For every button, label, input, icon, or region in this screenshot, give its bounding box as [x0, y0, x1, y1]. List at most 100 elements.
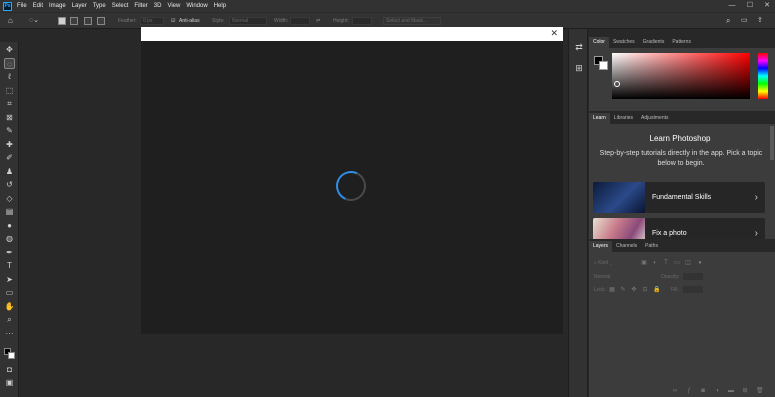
menu-3d[interactable]: 3D — [154, 3, 162, 9]
link-layers-icon[interactable]: ∞ — [672, 388, 678, 394]
home-icon[interactable]: ⌂ — [8, 16, 13, 26]
color-picker-marker[interactable] — [614, 81, 620, 87]
menu-image[interactable]: Image — [49, 3, 66, 9]
learn-panel-tabs: Learn Libraries Adjustments — [589, 111, 775, 124]
screen-mode-icon[interactable]: ▣ — [4, 377, 15, 388]
filter-smart-object-icon[interactable]: ◫ — [685, 260, 691, 266]
blend-mode-select[interactable]: Normal — [594, 274, 610, 280]
tab-paths[interactable]: Paths — [641, 241, 662, 252]
add-selection-icon[interactable] — [70, 17, 78, 25]
intersect-selection-icon[interactable] — [97, 17, 105, 25]
tab-layers[interactable]: Layers — [589, 241, 613, 252]
menu-layer[interactable]: Layer — [72, 3, 87, 9]
scrollbar-thumb[interactable] — [770, 126, 774, 160]
menu-window[interactable]: Window — [186, 3, 207, 9]
properties-panel-icon[interactable]: ⊞ — [573, 62, 585, 74]
new-selection-icon[interactable] — [58, 17, 66, 25]
delete-layer-icon[interactable]: 🗑 — [756, 388, 764, 394]
stamp-icon[interactable]: ♟ — [4, 166, 15, 177]
background-color-swatch[interactable] — [599, 61, 608, 70]
workspace-icon[interactable]: ▭ — [741, 16, 748, 26]
menu-type[interactable]: Type — [93, 3, 106, 9]
history-brush-icon[interactable]: ↺ — [4, 179, 15, 190]
lasso-icon[interactable]: ℓ — [4, 71, 15, 82]
gradient-icon[interactable]: ▤ — [4, 206, 15, 217]
eyedropper-icon[interactable]: ✎ — [4, 125, 15, 136]
layer-style-icon[interactable]: ƒ — [686, 388, 692, 394]
filter-adjustment-icon[interactable]: ◐ — [652, 260, 658, 266]
dialog-header: ✕ — [141, 27, 563, 41]
filter-toggle-icon[interactable]: ● — [697, 260, 703, 266]
color-field[interactable] — [612, 53, 750, 99]
close-icon[interactable]: ✕ — [550, 28, 558, 39]
new-group-icon[interactable]: ▬ — [728, 388, 734, 394]
close-window-button[interactable]: ✕ — [763, 2, 771, 10]
frame-icon[interactable]: ⊠ — [4, 112, 15, 123]
learn-title: Learn Photoshop — [649, 134, 711, 143]
dodge-icon[interactable]: ◍ — [4, 233, 15, 244]
search-icon[interactable]: ⌕ — [726, 16, 730, 26]
marquee-icon[interactable]: ◌ — [4, 58, 15, 69]
share-icon[interactable]: ⇪ — [757, 16, 763, 26]
opacity-input[interactable] — [683, 273, 703, 280]
menu-bar: Ps File Edit Image Layer Type Select Fil… — [0, 0, 775, 12]
history-panel-icon[interactable]: ⇄ — [573, 41, 585, 53]
more-icon[interactable]: ··· — [4, 328, 15, 339]
hue-slider[interactable] — [758, 53, 768, 99]
swap-icon[interactable]: ⇄ — [316, 16, 320, 26]
zoom-icon[interactable]: ⌕ — [4, 314, 15, 325]
tab-swatches[interactable]: Swatches — [609, 37, 639, 48]
blur-icon[interactable]: ● — [4, 220, 15, 231]
fill-input[interactable] — [683, 286, 703, 293]
tab-libraries[interactable]: Libraries — [610, 113, 637, 124]
quickmask-icon[interactable]: ◘ — [4, 364, 15, 375]
filter-kind-select[interactable]: ⌕ Kind ⌄ — [594, 260, 612, 266]
width-input[interactable] — [290, 17, 310, 25]
lock-paint-icon[interactable]: ✎ — [620, 287, 626, 293]
tab-channels[interactable]: Channels — [612, 241, 641, 252]
filter-pixel-icon[interactable]: ▣ — [641, 260, 647, 266]
filter-shape-icon[interactable]: ▭ — [674, 260, 680, 266]
menu-file[interactable]: File — [17, 3, 27, 9]
marquee-preset-icon[interactable]: ◌⌄ — [29, 16, 39, 26]
path-select-icon[interactable]: ➤ — [4, 274, 15, 285]
menu-help[interactable]: Help — [214, 3, 226, 9]
type-icon[interactable]: T — [4, 260, 15, 271]
height-input[interactable] — [352, 17, 372, 25]
adjustment-layer-icon[interactable]: ◑ — [714, 388, 720, 394]
new-layer-icon[interactable]: ⊞ — [742, 388, 748, 394]
tab-adjustments[interactable]: Adjustments — [637, 113, 673, 124]
anti-alias-checkbox[interactable]: ☑ — [171, 16, 175, 26]
filter-type-icon[interactable]: T — [663, 260, 669, 266]
hand-icon[interactable]: ✋ — [4, 301, 15, 312]
menu-edit[interactable]: Edit — [33, 3, 43, 9]
menu-view[interactable]: View — [167, 3, 180, 9]
feather-input[interactable]: 0 px — [140, 17, 164, 25]
eraser-icon[interactable]: ◇ — [4, 193, 15, 204]
rectangle-icon[interactable]: ▭ — [4, 287, 15, 298]
tab-learn[interactable]: Learn — [589, 113, 610, 124]
background-swatch-icon[interactable] — [8, 352, 15, 359]
object-select-icon[interactable]: ⬚ — [4, 85, 15, 96]
lock-pixels-icon[interactable]: ▦ — [609, 287, 615, 293]
style-select[interactable]: Normal — [229, 17, 267, 25]
menu-filter[interactable]: Filter — [134, 3, 147, 9]
move-icon[interactable]: ✥ — [4, 44, 15, 55]
menu-select[interactable]: Select — [112, 3, 129, 9]
minimize-button[interactable]: — — [728, 2, 736, 10]
tab-color[interactable]: Color — [589, 37, 609, 48]
tutorial-card-fundamental-skills[interactable]: Fundamental Skills › — [593, 182, 765, 213]
pen-icon[interactable]: ✒ — [4, 247, 15, 258]
lock-all-icon[interactable]: 🔒 — [653, 287, 660, 293]
brush-icon[interactable]: ✐ — [4, 152, 15, 163]
maximize-button[interactable]: ☐ — [746, 2, 754, 10]
crop-icon[interactable]: ⌗ — [4, 98, 15, 109]
layer-mask-icon[interactable]: ◙ — [700, 388, 706, 394]
healing-icon[interactable]: ✚ — [4, 139, 15, 150]
lock-artboard-icon[interactable]: ⊡ — [642, 287, 648, 293]
subtract-selection-icon[interactable] — [84, 17, 92, 25]
select-and-mask-button[interactable]: Select and Mask... — [383, 17, 441, 25]
tab-gradients[interactable]: Gradients — [639, 37, 669, 48]
tab-patterns[interactable]: Patterns — [668, 37, 695, 48]
lock-position-icon[interactable]: ✥ — [631, 287, 637, 293]
